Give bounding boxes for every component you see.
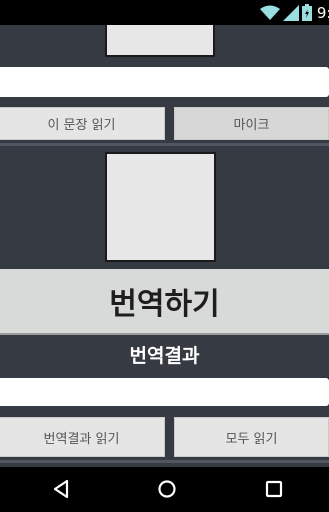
result-title: 번역결과 (129, 345, 200, 367)
status-icons: 9:4 (259, 3, 329, 22)
source-text-field[interactable] (0, 67, 329, 97)
back-icon[interactable] (47, 477, 75, 501)
read-all-button[interactable]: 모두 읽기 (174, 417, 329, 457)
divider (0, 143, 329, 146)
result-text-field[interactable] (0, 378, 329, 406)
navigation-bar (0, 467, 329, 512)
read-sentence-button[interactable]: 이 문장 읽기 (0, 107, 165, 140)
app-content: 이 문장 읽기 마이크 번역하기 번역결과 번역결과 읽기 모두 읽기 (0, 25, 329, 467)
battery-icon (301, 4, 312, 21)
clock: 9:4 (316, 3, 329, 22)
recent-apps-icon[interactable] (260, 477, 288, 501)
mic-button[interactable]: 마이크 (174, 107, 329, 140)
read-result-button[interactable]: 번역결과 읽기 (0, 417, 165, 457)
home-icon[interactable] (153, 477, 181, 501)
source-image-box[interactable] (105, 25, 215, 57)
status-bar: 9:4 (0, 0, 329, 25)
signal-icon (282, 4, 299, 21)
image-box[interactable] (105, 152, 216, 262)
translate-button[interactable]: 번역하기 (0, 269, 329, 335)
divider (0, 460, 329, 463)
wifi-icon (259, 5, 280, 21)
